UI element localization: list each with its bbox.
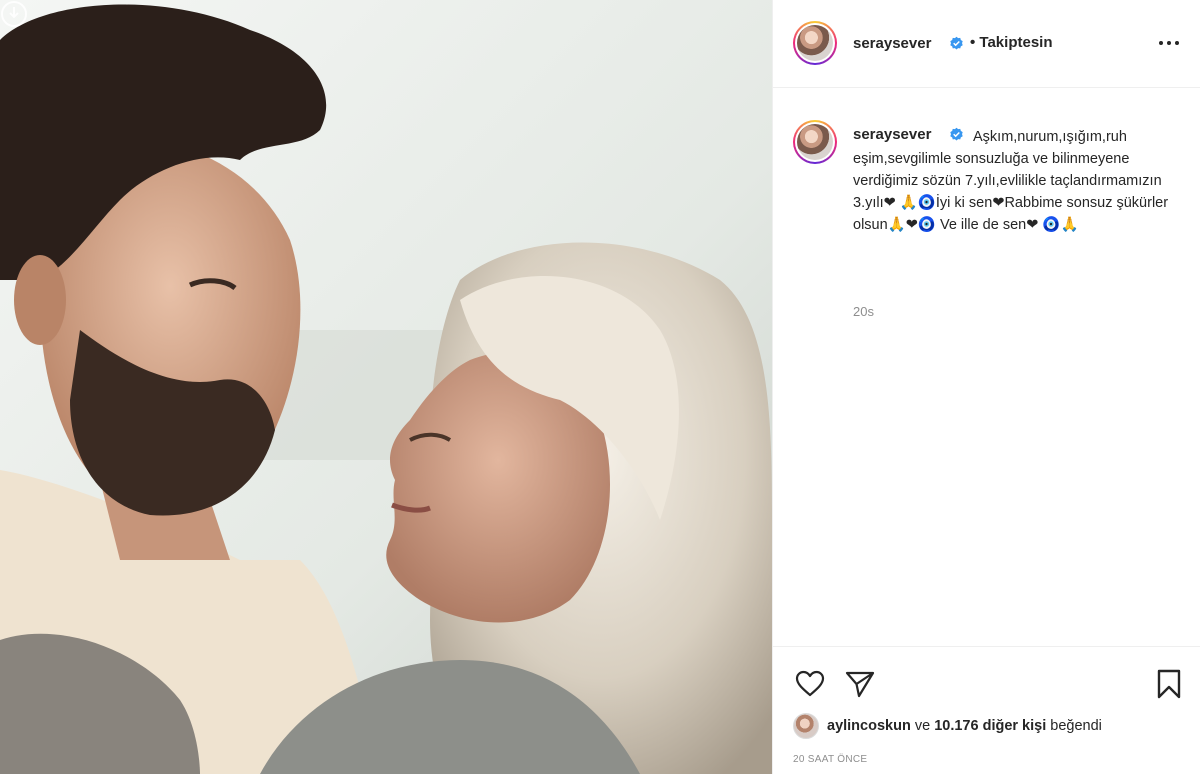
follow-status[interactable]: • Takiptesin	[970, 34, 1053, 51]
photo-illustration	[0, 0, 772, 774]
caption-author-avatar[interactable]	[793, 120, 837, 164]
verified-badge-icon	[950, 127, 963, 141]
author-username[interactable]: seraysever	[853, 35, 931, 52]
first-liker-username[interactable]: aylincoskun	[827, 718, 911, 734]
post-actions: aylincoskun ve 10.176 diğer kişi beğendi…	[773, 646, 1200, 774]
paper-plane-icon[interactable]	[843, 667, 877, 701]
instagram-post: seraysever • Takiptesin Aşkım,nurum,ışığ…	[0, 0, 1200, 774]
post-photo[interactable]	[0, 0, 772, 774]
verified-badge-icon	[950, 36, 963, 50]
post-header: seraysever • Takiptesin	[773, 0, 1200, 88]
likes-connector: ve	[914, 718, 931, 734]
author-avatar[interactable]	[793, 21, 837, 65]
more-horizontal-icon[interactable]	[1156, 33, 1182, 53]
liker-avatar[interactable]	[793, 713, 819, 739]
bookmark-icon[interactable]	[1152, 667, 1186, 701]
other-likes-count[interactable]: 10.176 diğer kişi	[934, 718, 1046, 734]
caption-timestamp[interactable]: 20s	[853, 304, 874, 319]
likes-suffix: beğendi	[1050, 718, 1102, 734]
caption-author-username[interactable]: seraysever	[853, 126, 931, 143]
media-overlay-icon	[1, 1, 27, 27]
post-side-panel: seraysever • Takiptesin Aşkım,nurum,ışığ…	[772, 0, 1200, 774]
post-time-ago[interactable]: 20 SAAT ÖNCE	[793, 754, 867, 765]
heart-icon[interactable]	[793, 667, 827, 701]
